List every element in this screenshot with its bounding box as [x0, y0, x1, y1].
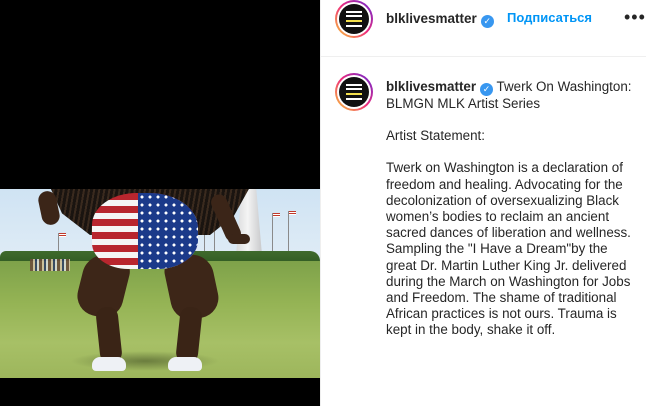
caption-username[interactable]: blklivesmatter	[386, 79, 476, 94]
video-frame[interactable]	[0, 189, 320, 378]
sneaker-left	[92, 357, 126, 371]
post-side-panel: blklivesmatter ✓ Подписаться ••• blklives…	[320, 0, 646, 406]
post-author[interactable]: blklivesmatter ✓	[386, 10, 494, 28]
caption-body: Twerk on Washington is a declaration of …	[386, 160, 631, 338]
post-header: blklivesmatter ✓ Подписаться •••	[321, 0, 646, 57]
caption-avatar[interactable]	[335, 73, 373, 111]
dancer-figure	[0, 189, 320, 378]
caption-heading: Artist Statement:	[386, 128, 485, 144]
verified-badge-icon: ✓	[480, 83, 494, 96]
blm-logo-icon	[339, 4, 369, 34]
more-options-icon[interactable]: •••	[624, 7, 646, 28]
follow-button[interactable]: Подписаться	[507, 10, 592, 25]
post-caption: blklivesmatter ✓ Twerk On Washington: BLM…	[386, 79, 636, 339]
post-media[interactable]	[0, 0, 320, 406]
dancer-shin-right	[175, 306, 203, 364]
dancer-shin-left	[95, 306, 123, 364]
dancer-hand	[228, 234, 250, 244]
flag-shorts	[92, 193, 198, 269]
username-link[interactable]: blklivesmatter	[386, 11, 477, 26]
avatar[interactable]	[335, 0, 373, 38]
blm-logo-icon	[339, 77, 369, 107]
verified-badge-icon: ✓	[480, 15, 494, 28]
sneaker-right	[168, 357, 202, 371]
stars-pattern	[138, 193, 198, 269]
